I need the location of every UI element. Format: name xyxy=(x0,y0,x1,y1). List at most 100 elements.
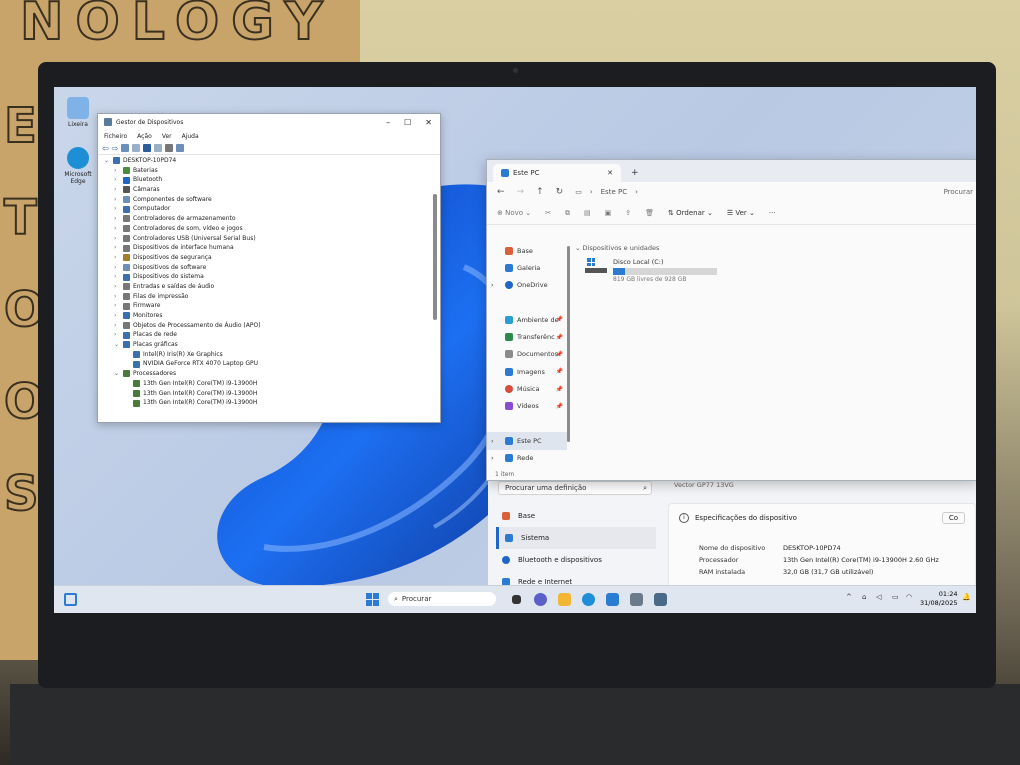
tree-device[interactable]: Intel(R) Iris(R) Xe Graphics xyxy=(100,350,428,360)
copilot-icon[interactable] xyxy=(534,593,547,606)
tree-device[interactable]: 13th Gen Intel(R) Core(TM) i9-13900H xyxy=(100,379,428,389)
view-button[interactable]: ☰ Ver ⌄ xyxy=(727,209,755,217)
clock[interactable]: 01:24 31/08/2025 xyxy=(920,590,957,608)
chevron-right-icon[interactable]: › xyxy=(114,243,120,253)
chevron-up-icon[interactable]: ^ xyxy=(846,593,852,601)
specs-header[interactable]: i Especificações do dispositivo Co xyxy=(669,504,975,532)
pin-icon[interactable]: 📌 xyxy=(556,403,563,410)
chevron-right-icon[interactable]: › xyxy=(114,195,120,205)
chevron-right-icon[interactable]: › xyxy=(114,166,120,176)
chevron-right-icon[interactable]: › xyxy=(114,204,120,214)
chevron-down-icon[interactable]: ⌄ xyxy=(114,340,120,350)
sidebar-item-documents[interactable]: Documentos 📌 xyxy=(487,346,567,363)
more-button[interactable]: ··· xyxy=(769,209,776,217)
tree-category[interactable]: › Controladores de armazenamento xyxy=(100,214,428,224)
back-arrow-icon[interactable]: ← xyxy=(497,187,505,197)
sidebar-item-videos[interactable]: Vídeos 📌 xyxy=(487,398,567,415)
settings-nav-bluetooth[interactable]: Bluetooth e dispositivos xyxy=(496,549,656,571)
rename-icon[interactable]: ▣ xyxy=(605,209,612,217)
sidebar-item-this-pc[interactable]: › Este PC xyxy=(487,432,567,450)
sidebar-item-music[interactable]: Música 📌 xyxy=(487,380,567,397)
sidebar-item-desktop[interactable]: Ambiente de 📌 xyxy=(487,311,567,328)
chevron-down-icon[interactable]: ⌄ xyxy=(114,369,120,379)
tree-category[interactable]: › Dispositivos de interface humana xyxy=(100,243,428,253)
help-icon[interactable] xyxy=(143,144,152,152)
tree-category[interactable]: ⌄ Placas gráficas xyxy=(100,340,428,350)
back-arrow-icon[interactable]: ⇦ xyxy=(102,144,109,153)
chevron-right-icon[interactable]: › xyxy=(114,234,120,244)
tree-category[interactable]: › Monitores xyxy=(100,311,428,321)
tree-view-icon[interactable] xyxy=(132,144,141,152)
settings-search-input[interactable]: Procurar uma definição ⌕ xyxy=(498,481,652,495)
tree-root[interactable]: ⌄ DESKTOP-10PD74 xyxy=(100,156,428,166)
print-icon[interactable] xyxy=(165,144,174,152)
menu-help[interactable]: Ajuda xyxy=(182,133,199,140)
section-header[interactable]: ⌄ Dispositivos e unidades xyxy=(575,244,659,252)
tree-category[interactable]: › Componentes de software xyxy=(100,195,428,205)
properties-icon[interactable] xyxy=(121,144,130,152)
tree-category[interactable]: › Entradas e saídas de áudio xyxy=(100,282,428,292)
start-button[interactable] xyxy=(366,593,379,606)
minimize-icon[interactable]: – xyxy=(386,118,390,127)
settings-nav-base[interactable]: Base xyxy=(496,505,656,527)
edge-icon[interactable] xyxy=(582,593,595,606)
up-arrow-icon[interactable]: ↑ xyxy=(536,187,544,197)
desktop-icon-recycle-bin[interactable]: Lixeira xyxy=(58,97,98,128)
tree-category[interactable]: › Baterias xyxy=(100,166,428,176)
tree-category[interactable]: › Dispositivos de software xyxy=(100,263,428,273)
new-tab-icon[interactable]: + xyxy=(631,168,639,178)
chevron-down-icon[interactable]: ⌄ xyxy=(104,156,110,166)
chevron-right-icon[interactable]: › xyxy=(114,301,120,311)
tree-category[interactable]: › Controladores de som, vídeo e jogos xyxy=(100,224,428,234)
explorer-search-input[interactable]: Procurar xyxy=(944,188,976,196)
store-icon[interactable] xyxy=(606,593,619,606)
tree-category[interactable]: › Firmware xyxy=(100,301,428,311)
notification-bell-icon[interactable]: 🔔 xyxy=(962,593,971,601)
device-manager-taskbar-icon[interactable] xyxy=(654,593,667,606)
desktop-icon-edge[interactable]: Microsoft Edge xyxy=(58,147,98,185)
refresh-icon[interactable]: ↻ xyxy=(556,187,564,197)
chevron-right-icon[interactable]: › xyxy=(114,330,120,340)
sidebar-item-network[interactable]: › Rede xyxy=(487,450,567,467)
tree-category[interactable]: › Computador xyxy=(100,204,428,214)
chevron-right-icon[interactable]: › xyxy=(114,311,120,321)
list-view-icon[interactable] xyxy=(154,144,163,152)
copy-button[interactable]: Co xyxy=(941,512,965,524)
close-icon[interactable]: ✕ xyxy=(425,118,432,127)
tree-category[interactable]: › Objetos de Processamento de Áudio (APO) xyxy=(100,321,428,331)
share-icon[interactable]: ⇪ xyxy=(625,209,631,217)
vertical-scrollbar[interactable] xyxy=(433,194,437,320)
tree-category[interactable]: › Placas de rede xyxy=(100,330,428,340)
sidebar-item-pictures[interactable]: Imagens 📌 xyxy=(487,363,567,380)
chevron-right-icon[interactable]: › xyxy=(114,292,120,302)
forward-arrow-icon[interactable]: ⇨ xyxy=(112,144,119,153)
address-bar[interactable]: ▭ › Este PC › xyxy=(575,188,638,196)
new-button[interactable]: ⊕ Novo ⌄ xyxy=(497,209,531,217)
speaker-icon[interactable]: ◁ xyxy=(876,593,881,601)
tree-category[interactable]: › Controladores USB (Universal Serial Bus… xyxy=(100,234,428,244)
tree-category[interactable]: › Dispositivos do sistema xyxy=(100,272,428,282)
chevron-right-icon[interactable]: › xyxy=(491,437,494,445)
chevron-right-icon[interactable]: › xyxy=(114,282,120,292)
battery-icon[interactable]: ▭ xyxy=(892,593,899,601)
sidebar-item-base[interactable]: Base xyxy=(487,242,567,259)
cut-icon[interactable]: ✂ xyxy=(545,209,551,217)
chevron-right-icon[interactable]: › xyxy=(114,253,120,263)
pin-icon[interactable]: 📌 xyxy=(556,334,563,341)
chevron-right-icon[interactable]: › xyxy=(491,281,494,289)
sidebar-scrollbar[interactable] xyxy=(567,246,570,442)
sidebar-item-gallery[interactable]: Galeria xyxy=(487,259,567,276)
taskbar-search-input[interactable]: ⌕ Procurar xyxy=(388,592,496,606)
pin-icon[interactable]: 📌 xyxy=(556,351,563,358)
chevron-right-icon[interactable]: › xyxy=(114,175,120,185)
tree-category[interactable]: ⌄ Processadores xyxy=(100,369,428,379)
paste-icon[interactable]: ▤ xyxy=(584,209,591,217)
sidebar-item-downloads[interactable]: Transferênc 📌 xyxy=(487,328,567,345)
chevron-right-icon[interactable]: › xyxy=(114,263,120,273)
tree-category[interactable]: › Bluetooth xyxy=(100,175,428,185)
tree-category[interactable]: › Filas de impressão xyxy=(100,292,428,302)
copy-icon[interactable]: ⧉ xyxy=(565,209,570,218)
menu-file[interactable]: Ficheiro xyxy=(104,133,127,140)
tree-category[interactable]: › Dispositivos de segurança xyxy=(100,253,428,263)
drive-item[interactable]: Disco Local (C:) 819 GB livres de 928 GB xyxy=(585,258,717,283)
